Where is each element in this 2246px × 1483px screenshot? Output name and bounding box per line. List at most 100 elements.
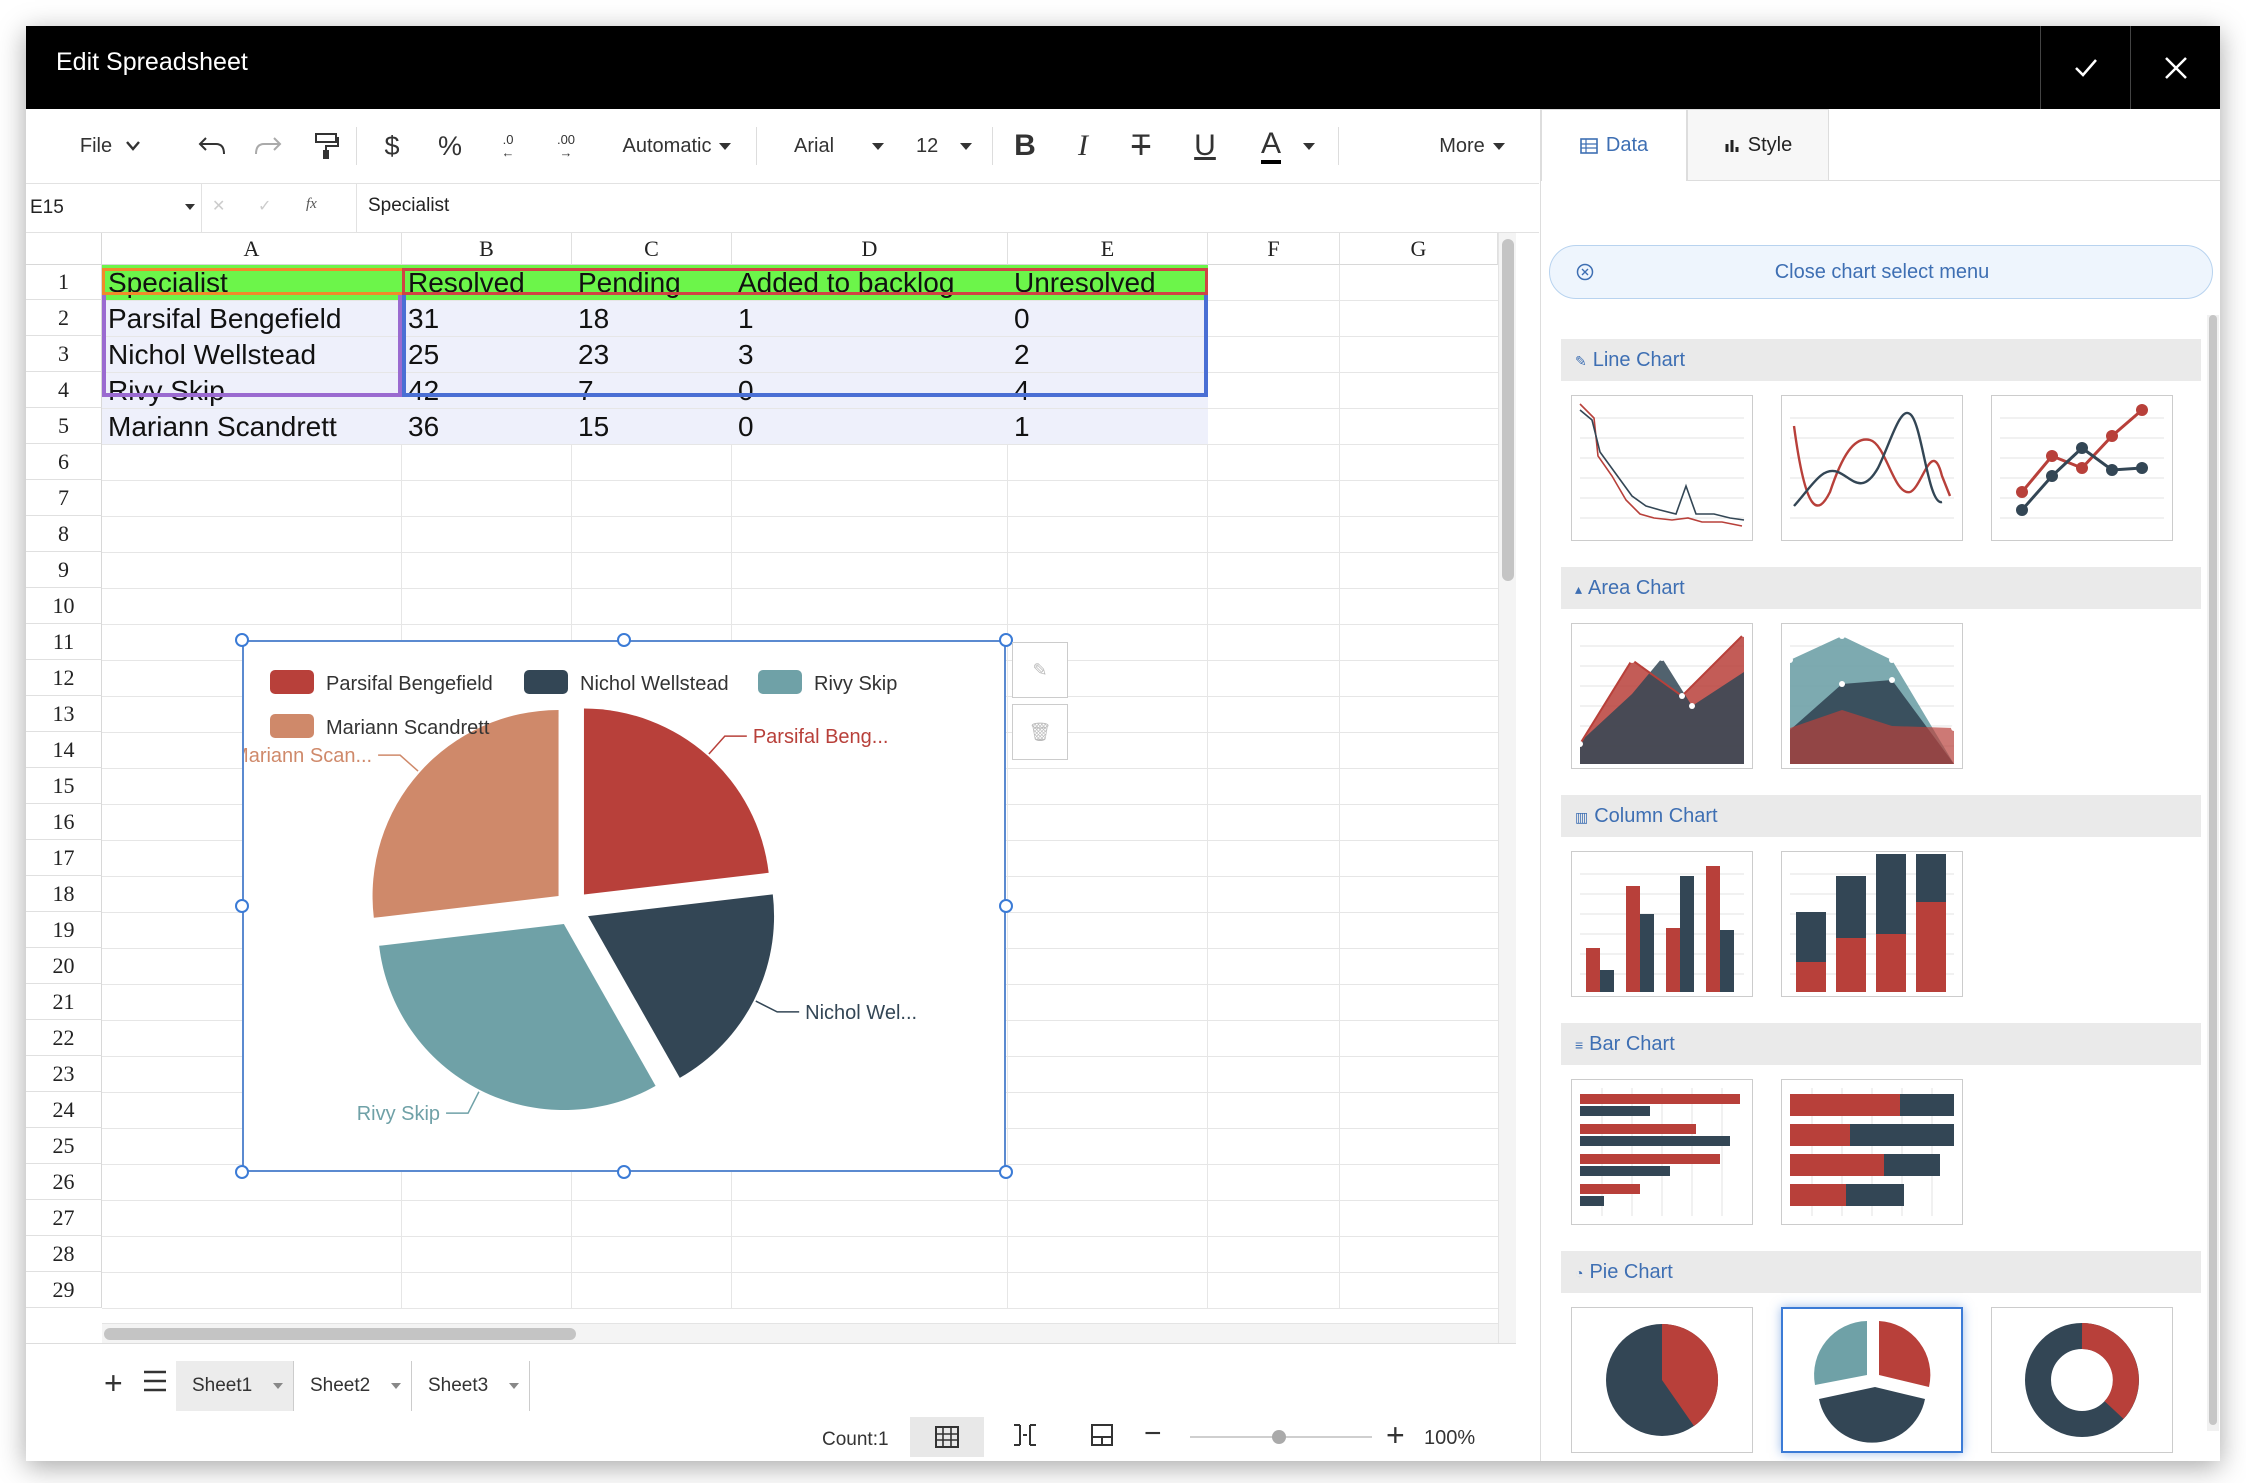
redo-button[interactable] — [248, 127, 288, 165]
row-header[interactable]: 24 — [26, 1092, 102, 1128]
row-header[interactable]: 2 — [26, 300, 102, 336]
horizontal-scrollbar[interactable] — [102, 1323, 1498, 1343]
thumb-pie-basic[interactable] — [1571, 1307, 1753, 1453]
confirm-button[interactable] — [2040, 26, 2131, 109]
column-header-e[interactable]: E — [1008, 233, 1208, 265]
data-cell[interactable]: 1 — [1008, 409, 1208, 444]
font-color-button[interactable]: A — [1248, 127, 1328, 165]
data-cell[interactable]: 0 — [732, 409, 1008, 444]
sheet-tab-2[interactable]: Sheet2 — [294, 1361, 412, 1411]
zoom-out-button[interactable]: − — [1144, 1419, 1162, 1449]
add-sheet-button[interactable]: + — [104, 1365, 123, 1402]
row-header[interactable]: 6 — [26, 444, 102, 480]
row-header[interactable]: 28 — [26, 1236, 102, 1272]
row-header[interactable]: 4 — [26, 372, 102, 408]
font-family-dropdown[interactable]: Arial — [772, 127, 902, 165]
row-header[interactable]: 11 — [26, 624, 102, 660]
panel-tab-data[interactable]: Data — [1541, 109, 1687, 181]
zoom-slider-thumb[interactable] — [1272, 1430, 1286, 1444]
row-header[interactable]: 20 — [26, 948, 102, 984]
close-chart-menu-button[interactable]: Close chart select menu — [1549, 245, 2213, 299]
zoom-slider[interactable] — [1190, 1430, 1372, 1444]
row-header[interactable]: 14 — [26, 732, 102, 768]
sheet-tab-1[interactable]: Sheet1 — [176, 1361, 294, 1411]
thumb-pie-donut[interactable] — [1991, 1307, 2173, 1453]
select-all-corner[interactable] — [26, 233, 102, 265]
data-cell[interactable]: 15 — [572, 409, 732, 444]
row-header[interactable]: 5 — [26, 408, 102, 444]
column-header-d[interactable]: D — [732, 233, 1008, 265]
resize-handle-left[interactable] — [235, 899, 249, 913]
currency-format-button[interactable]: $ — [372, 127, 412, 165]
thumb-line-smooth[interactable] — [1781, 395, 1963, 541]
increase-decimal-button[interactable]: .00 → — [546, 127, 586, 165]
sheet-list-button[interactable] — [142, 1369, 168, 1398]
resize-handle-bottom-right[interactable] — [999, 1165, 1013, 1179]
legend-item[interactable]: Rivy Skip — [758, 670, 897, 695]
row-header[interactable]: 27 — [26, 1200, 102, 1236]
panel-tab-style[interactable]: Style — [1687, 109, 1829, 181]
thumb-area-basic[interactable] — [1571, 623, 1753, 769]
resize-handle-bottom-left[interactable] — [235, 1165, 249, 1179]
thumb-bar-clustered[interactable] — [1571, 1079, 1753, 1225]
thumb-line-markers[interactable] — [1991, 395, 2173, 541]
accept-edit-icon[interactable]: ✓ — [258, 196, 271, 216]
row-header[interactable]: 13 — [26, 696, 102, 732]
undo-button[interactable] — [192, 127, 232, 165]
more-menu[interactable]: More — [1422, 127, 1522, 165]
formula-input[interactable]: Specialist — [368, 184, 1468, 228]
close-button[interactable] — [2130, 26, 2220, 109]
resize-handle-top-left[interactable] — [235, 633, 249, 647]
font-size-dropdown[interactable]: 12 — [906, 127, 986, 165]
resize-handle-right[interactable] — [999, 899, 1013, 913]
resize-handle-top[interactable] — [617, 633, 631, 647]
row-header[interactable]: 10 — [26, 588, 102, 624]
panel-scrollbar-thumb[interactable] — [2209, 315, 2217, 1425]
thumb-pie-exploded[interactable] — [1781, 1307, 1963, 1453]
thumb-column-stacked[interactable] — [1781, 851, 1963, 997]
vertical-scrollbar[interactable] — [1498, 233, 1516, 1343]
row-header[interactable]: 16 — [26, 804, 102, 840]
strikethrough-button[interactable]: T — [1120, 127, 1162, 165]
thumb-column-clustered[interactable] — [1571, 851, 1753, 997]
legend-item[interactable]: Parsifal Bengefield — [270, 670, 493, 695]
row-header[interactable]: 17 — [26, 840, 102, 876]
row-header[interactable]: 8 — [26, 516, 102, 552]
row-header[interactable]: 15 — [26, 768, 102, 804]
name-box[interactable]: E15 — [26, 184, 202, 232]
row-header[interactable]: 7 — [26, 480, 102, 516]
edit-chart-button[interactable]: ✎ — [1012, 642, 1068, 698]
horizontal-scrollbar-thumb[interactable] — [104, 1328, 576, 1340]
pie-slice[interactable] — [372, 710, 559, 918]
row-header[interactable]: 3 — [26, 336, 102, 372]
column-header-c[interactable]: C — [572, 233, 732, 265]
vertical-scrollbar-thumb[interactable] — [1502, 239, 1514, 581]
sheet-tab-3[interactable]: Sheet3 — [412, 1361, 530, 1411]
row-header[interactable]: 26 — [26, 1164, 102, 1200]
row-header[interactable]: 19 — [26, 912, 102, 948]
function-icon[interactable]: fx — [306, 196, 317, 213]
column-header-g[interactable]: G — [1340, 233, 1498, 265]
row-header[interactable]: 18 — [26, 876, 102, 912]
page-layout-view-button[interactable] — [1090, 1423, 1114, 1452]
row-header[interactable]: 29 — [26, 1272, 102, 1308]
column-header-f[interactable]: F — [1208, 233, 1340, 265]
decrease-decimal-button[interactable]: .0 ← — [488, 127, 528, 165]
row-header[interactable]: 23 — [26, 1056, 102, 1092]
data-cell[interactable]: 36 — [402, 409, 572, 444]
row-header[interactable]: 1 — [26, 264, 102, 300]
underline-button[interactable]: U — [1184, 127, 1226, 165]
page-break-view-button[interactable] — [1012, 1423, 1038, 1452]
data-cell[interactable]: Mariann Scandrett — [102, 409, 402, 444]
bold-button[interactable]: B — [1004, 127, 1046, 165]
row-header[interactable]: 25 — [26, 1128, 102, 1164]
resize-handle-top-right[interactable] — [999, 633, 1013, 647]
number-format-dropdown[interactable]: Automatic — [604, 127, 750, 165]
column-header-b[interactable]: B — [402, 233, 572, 265]
cancel-edit-icon[interactable]: ✕ — [212, 196, 225, 216]
thumb-area-stacked[interactable] — [1781, 623, 1963, 769]
row-header[interactable]: 12 — [26, 660, 102, 696]
row-header[interactable]: 22 — [26, 1020, 102, 1056]
legend-item[interactable]: Mariann Scandrett — [270, 714, 490, 739]
file-menu[interactable]: File — [70, 127, 150, 165]
